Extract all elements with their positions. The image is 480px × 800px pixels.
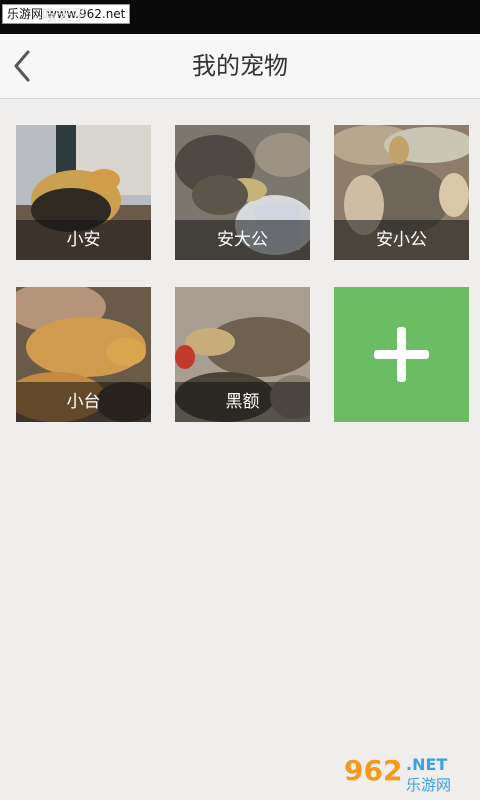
page-title: 我的宠物 bbox=[192, 52, 288, 80]
pet-name-label: 安大公 bbox=[175, 220, 310, 260]
pet-grid: 小安 安大公 安小公 小台 黑额 bbox=[16, 125, 470, 425]
pet-card-andagong[interactable]: 安大公 bbox=[175, 125, 310, 260]
svg-text:962: 962 bbox=[344, 754, 402, 787]
svg-text:.NET: .NET bbox=[406, 755, 447, 774]
svg-text:乐游网: 乐游网 bbox=[406, 776, 451, 794]
pet-card-anxiaogong[interactable]: 安小公 bbox=[334, 125, 469, 260]
top-app-bar: 我的宠物 bbox=[0, 34, 480, 99]
status-bar: 乐游网 www.962.net 咳天子 bbox=[0, 0, 480, 34]
add-pet-button[interactable] bbox=[334, 287, 469, 422]
plus-icon-vertical bbox=[397, 327, 406, 382]
pet-card-xiaotai[interactable]: 小台 bbox=[16, 287, 151, 422]
brand-logo: 962 .NET 乐游网 bbox=[344, 754, 451, 794]
status-app-name: 咳天子 bbox=[42, 6, 88, 24]
pet-card-heie[interactable]: 黑额 bbox=[175, 287, 310, 422]
pet-name-label: 安小公 bbox=[334, 220, 469, 260]
pet-name-label: 黑额 bbox=[175, 382, 310, 422]
pet-name-label: 小安 bbox=[16, 220, 151, 260]
pet-name-label: 小台 bbox=[16, 382, 151, 422]
pet-card-xiaoan[interactable]: 小安 bbox=[16, 125, 151, 260]
